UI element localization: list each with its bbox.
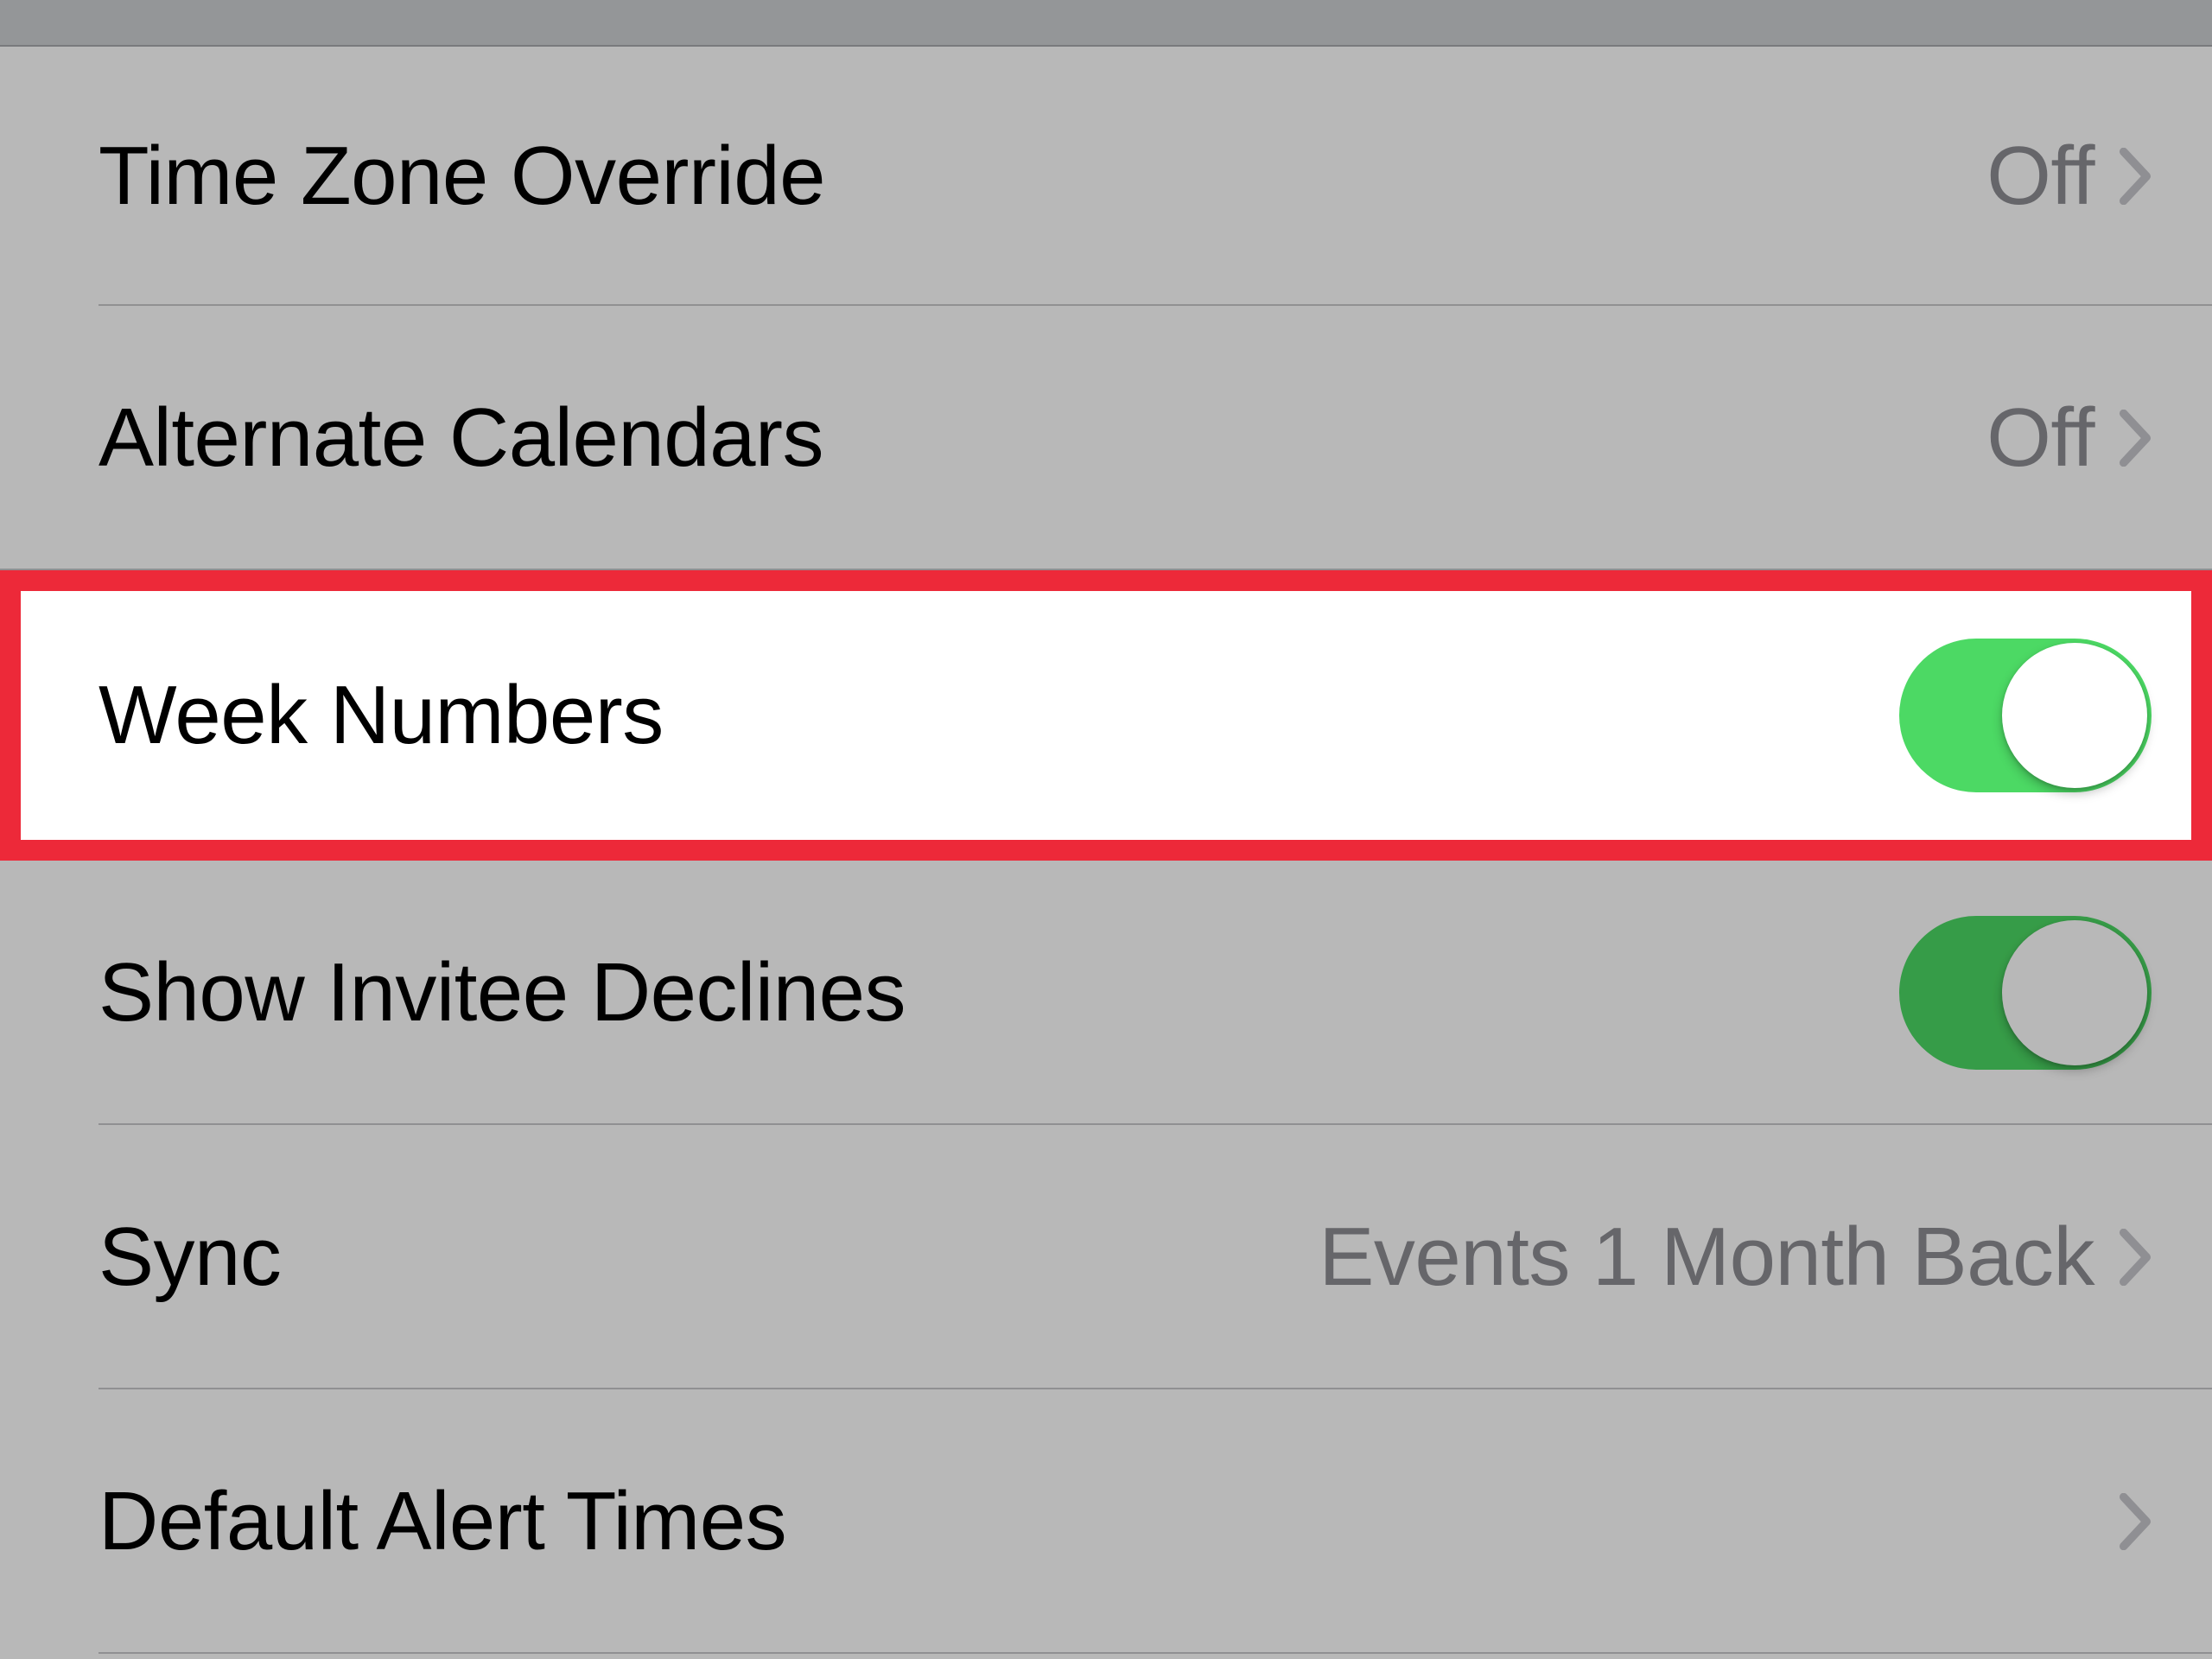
toggle-show-invitee-declines[interactable] <box>1899 916 2152 1070</box>
toggle-knob <box>2002 920 2147 1065</box>
row-right: Off <box>1986 391 2152 486</box>
chevron-right-icon <box>2119 410 2152 467</box>
row-value: Off <box>1986 129 2094 224</box>
toggle-knob <box>2002 643 2147 788</box>
chevron-right-icon <box>2119 1229 2152 1286</box>
chevron-right-icon <box>2119 148 2152 205</box>
nav-bar-strip <box>0 0 2212 47</box>
row-value: Off <box>1986 391 2094 486</box>
row-label: Time Zone Override <box>99 129 825 224</box>
row-right: Events 1 Month Back <box>1319 1210 2152 1305</box>
row-label: Show Invitee Declines <box>99 945 906 1040</box>
row-right <box>2119 1493 2152 1550</box>
row-separator <box>99 1652 2212 1654</box>
row-label: Alternate Calendars <box>99 391 823 486</box>
toggle-week-numbers[interactable] <box>1899 639 2152 792</box>
row-right <box>1899 916 2152 1070</box>
row-label: Default Alert Times <box>99 1474 786 1569</box>
row-default-alert-times[interactable]: Default Alert Times <box>0 1389 2212 1654</box>
row-label: Week Numbers <box>99 668 664 763</box>
row-label: Sync <box>99 1210 281 1305</box>
row-value: Events 1 Month Back <box>1319 1210 2094 1305</box>
row-right <box>1899 639 2152 792</box>
row-alternate-calendars[interactable]: Alternate Calendars Off <box>0 306 2212 570</box>
row-sync[interactable]: Sync Events 1 Month Back <box>0 1125 2212 1389</box>
row-right: Off <box>1986 129 2152 224</box>
highlighted-row: Week Numbers <box>0 570 2212 861</box>
settings-list: Time Zone Override Off Alternate Calenda… <box>0 47 2212 1654</box>
row-week-numbers[interactable]: Week Numbers <box>0 570 2212 861</box>
chevron-right-icon <box>2119 1493 2152 1550</box>
row-time-zone-override[interactable]: Time Zone Override Off <box>0 47 2212 306</box>
row-show-invitee-declines[interactable]: Show Invitee Declines <box>0 861 2212 1125</box>
